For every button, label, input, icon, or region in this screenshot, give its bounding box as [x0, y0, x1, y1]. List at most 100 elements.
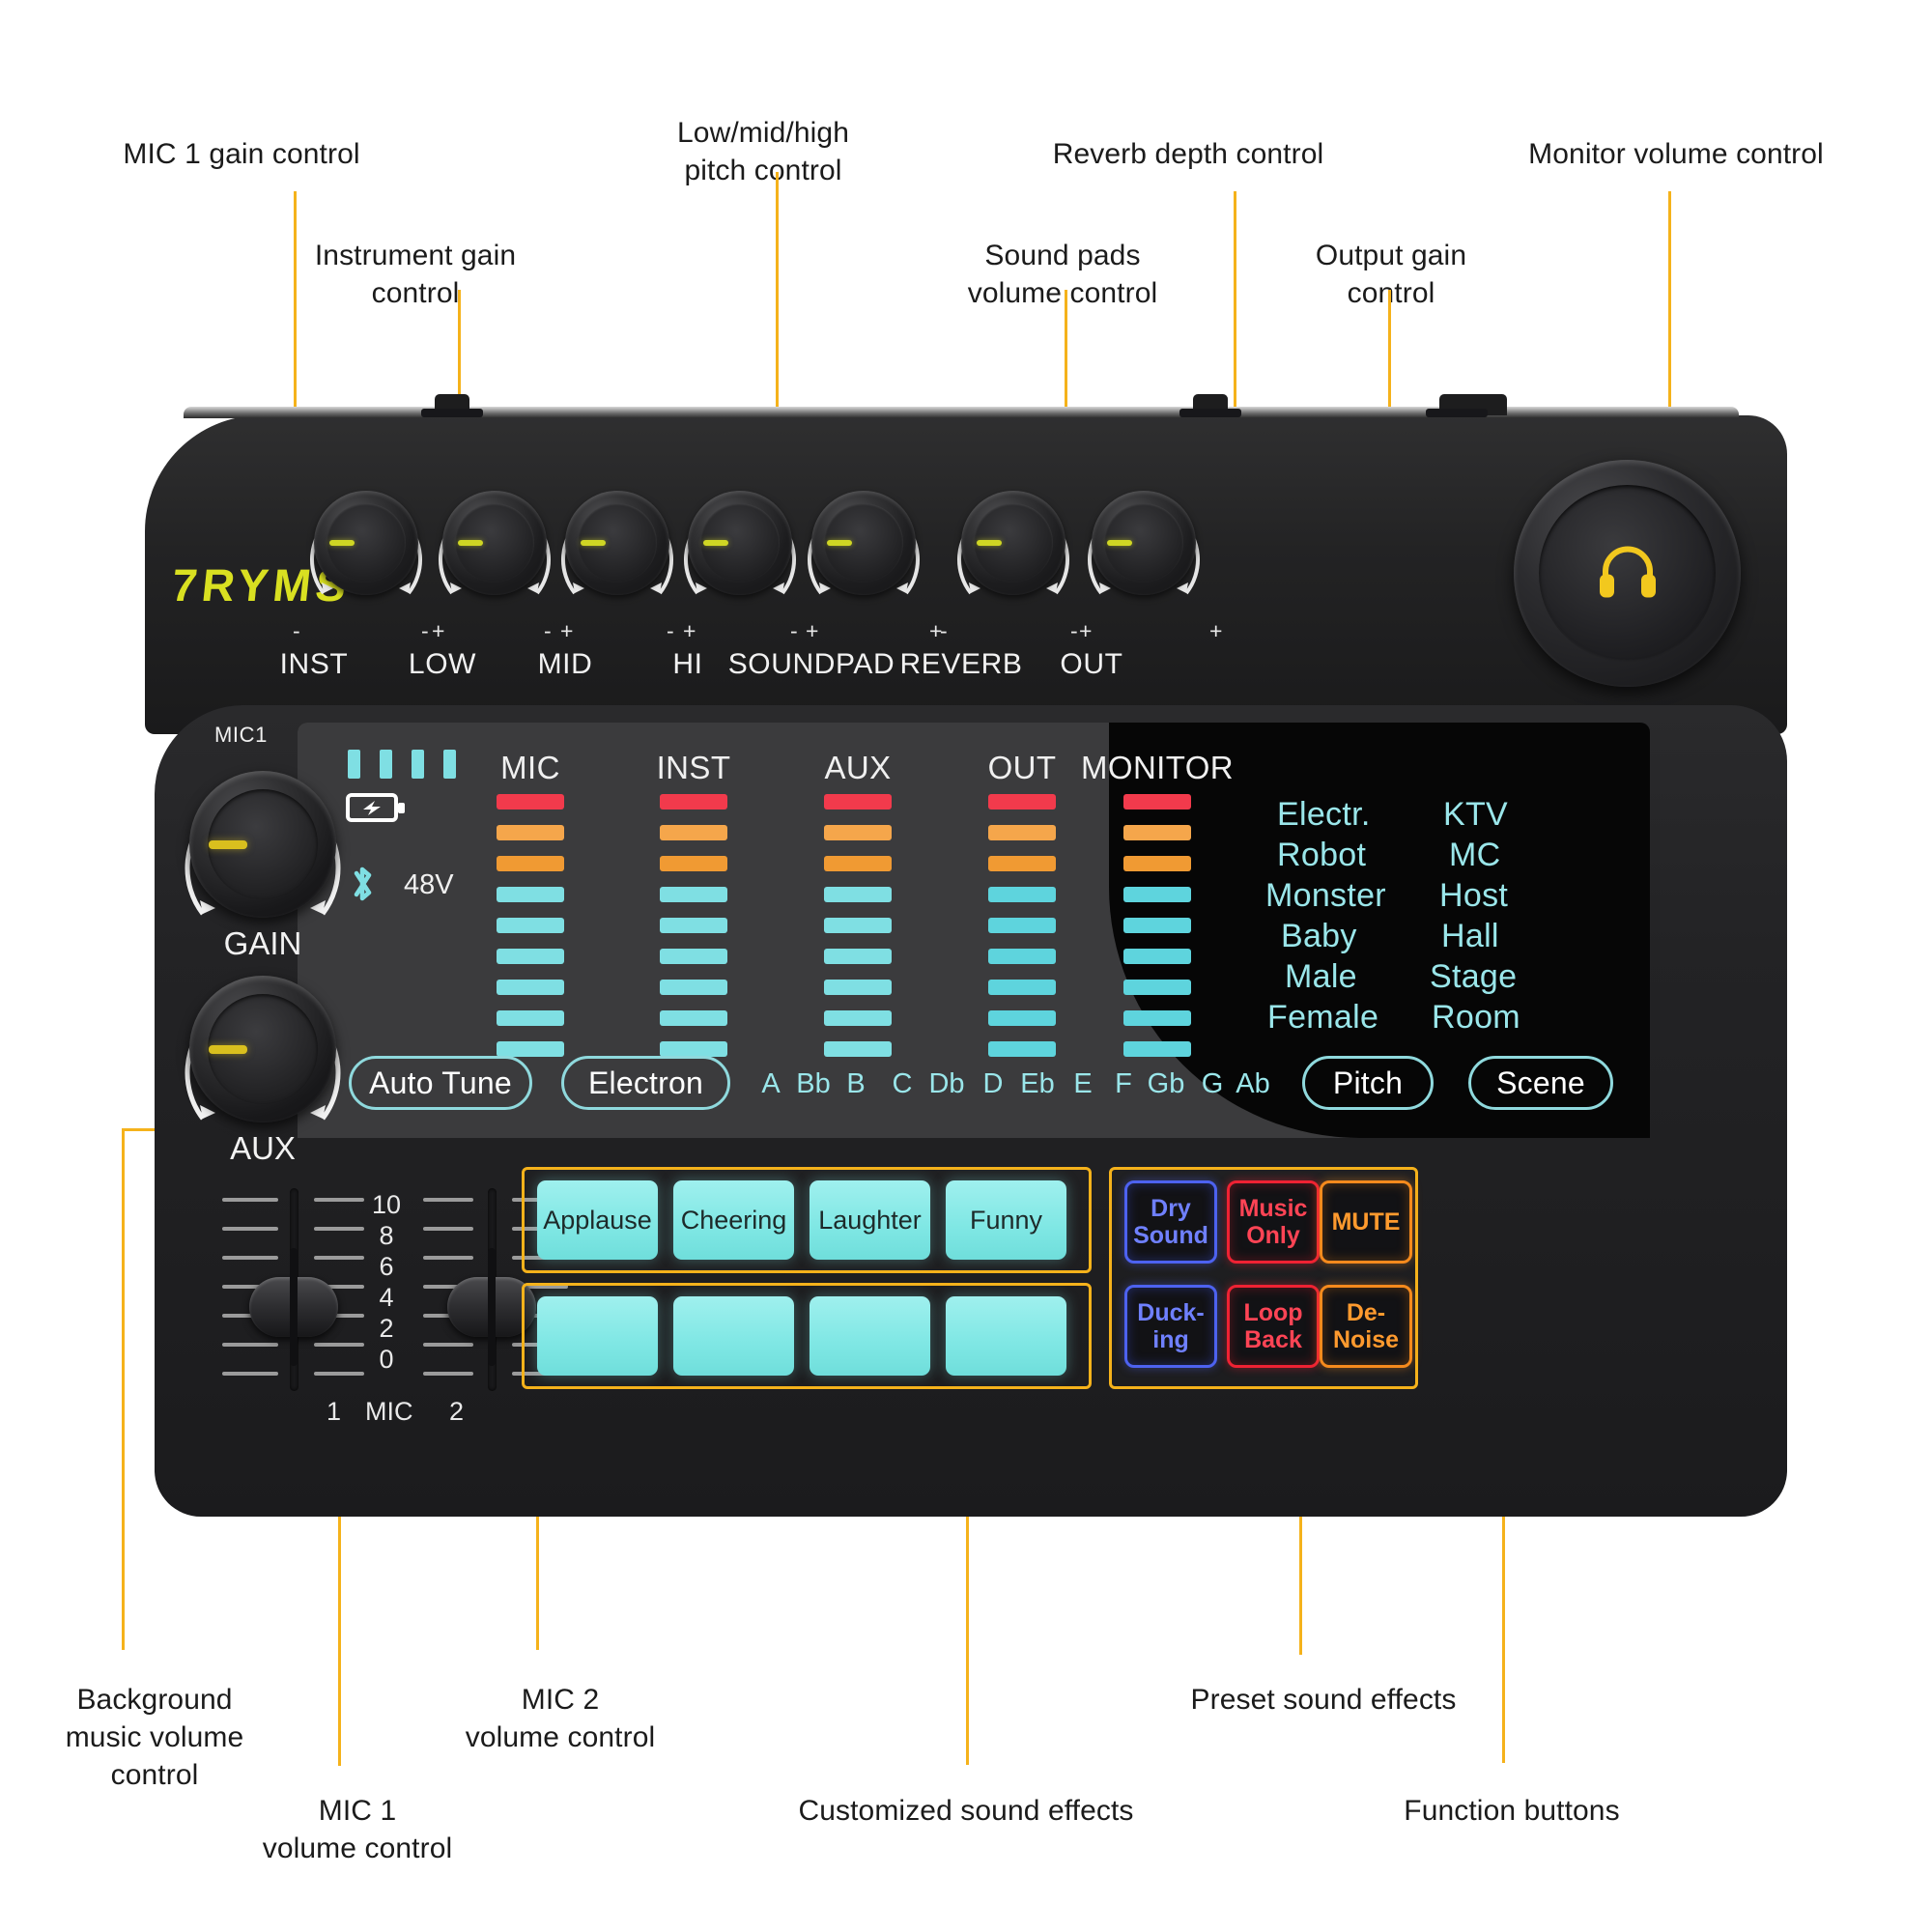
- pad-custom-2[interactable]: [673, 1296, 794, 1376]
- note-c[interactable]: C: [883, 1068, 922, 1100]
- phantom-power-label: 48V: [404, 869, 454, 900]
- aux-label: AUX: [230, 1130, 296, 1166]
- fader-label-1: 1: [327, 1397, 342, 1426]
- fader-scale-8: 8: [379, 1221, 394, 1250]
- preset-electr[interactable]: Electr.: [1277, 796, 1371, 834]
- knob-soundpad[interactable]: [811, 491, 916, 595]
- rear-port-nub-3: [1426, 394, 1507, 417]
- pad-laughter[interactable]: Laughter: [810, 1180, 930, 1260]
- note-bb[interactable]: Bb: [790, 1068, 837, 1100]
- note-b[interactable]: B: [837, 1068, 875, 1100]
- meter-out: OUT: [988, 750, 1056, 1072]
- meter-segment: [497, 918, 564, 933]
- preset-ktv[interactable]: KTV: [1443, 796, 1508, 834]
- fader-section: 10 8 6 4 2 0 1 MIC 2: [222, 1188, 570, 1430]
- rear-port-nub-1: [421, 394, 483, 417]
- callout-soundpad-volume: Sound pads volume control: [967, 240, 1158, 309]
- preset-host[interactable]: Host: [1439, 877, 1508, 915]
- preset-female[interactable]: Female: [1267, 999, 1378, 1037]
- meter-monitor: MONITOR: [1081, 750, 1234, 1072]
- meter-segment: [497, 949, 564, 964]
- pad-custom-1[interactable]: [537, 1296, 658, 1376]
- note-ab[interactable]: Ab: [1230, 1068, 1276, 1100]
- meter-segment: [824, 918, 892, 933]
- preset-mc[interactable]: MC: [1449, 837, 1500, 874]
- monitor-volume-dial[interactable]: [1514, 460, 1741, 687]
- mute-button[interactable]: MUTE: [1320, 1180, 1412, 1264]
- knob-reverb[interactable]: [961, 491, 1065, 595]
- knob-hi[interactable]: [688, 491, 792, 595]
- knob-minus-hi: -: [667, 618, 674, 643]
- callout-pitch: Low/mid/high pitch control: [677, 117, 849, 186]
- aux-knob[interactable]: [189, 976, 336, 1122]
- meter-segment: [660, 887, 727, 902]
- note-d[interactable]: D: [974, 1068, 1012, 1100]
- knob-low[interactable]: [442, 491, 547, 595]
- meter-segment: [824, 1010, 892, 1026]
- knob-plus-hi: +: [806, 618, 819, 643]
- pad-custom-4[interactable]: [946, 1296, 1066, 1376]
- note-eb[interactable]: Eb: [1014, 1068, 1061, 1100]
- music-only-button[interactable]: Music Only: [1227, 1180, 1320, 1264]
- leader-custom-fx: [966, 1492, 969, 1765]
- meter-segment: [497, 794, 564, 810]
- knob-plus-mid: +: [683, 618, 696, 643]
- fader-scale-4: 4: [379, 1283, 394, 1312]
- preset-room[interactable]: Room: [1432, 999, 1520, 1037]
- knob-indicator: [581, 540, 606, 546]
- knob-indicator: [827, 540, 852, 546]
- meter-segment: [824, 825, 892, 840]
- pad-cheering[interactable]: Cheering: [673, 1180, 794, 1260]
- meter-segment: [660, 918, 727, 933]
- knob-minus-inst: -: [293, 618, 300, 643]
- meter-segment: [497, 980, 564, 995]
- callout-custom-fx: Customized sound effects: [798, 1795, 1134, 1827]
- meter-segment: [1123, 887, 1191, 902]
- loop-back-button[interactable]: Loop Back: [1227, 1285, 1320, 1368]
- note-e[interactable]: E: [1064, 1068, 1102, 1100]
- meter-segment: [824, 949, 892, 964]
- preset-baby[interactable]: Baby: [1281, 918, 1357, 955]
- note-gb[interactable]: Gb: [1143, 1068, 1189, 1100]
- fader-mic1[interactable]: [249, 1248, 338, 1366]
- preset-stage[interactable]: Stage: [1430, 958, 1517, 996]
- meter-segment: [497, 856, 564, 871]
- device-lower-shell: 48V MIC INST AUX OUT MONITOR Electr. Rob…: [155, 705, 1787, 1517]
- knob-indicator: [329, 540, 355, 546]
- meter-segment: [660, 1010, 727, 1026]
- pad-custom-3[interactable]: [810, 1296, 930, 1376]
- fader-label-mic: MIC: [365, 1397, 413, 1426]
- meter-segment: [660, 980, 727, 995]
- callout-output-gain: Output gain control: [1315, 240, 1467, 309]
- note-db[interactable]: Db: [923, 1068, 970, 1100]
- knob-out[interactable]: [1092, 491, 1196, 595]
- preset-robot[interactable]: Robot: [1277, 837, 1366, 874]
- dry-sound-button[interactable]: Dry Sound: [1124, 1180, 1217, 1264]
- note-f[interactable]: F: [1104, 1068, 1143, 1100]
- preset-male[interactable]: Male: [1285, 958, 1357, 996]
- leader-function-buttons: [1502, 1492, 1505, 1763]
- preset-hall[interactable]: Hall: [1441, 918, 1499, 955]
- note-g[interactable]: G: [1193, 1068, 1232, 1100]
- preset-monster[interactable]: Monster: [1265, 877, 1386, 915]
- battery-bar: [412, 750, 424, 779]
- meter-segment: [988, 856, 1056, 871]
- meter-segment: [1123, 949, 1191, 964]
- meter-segment: [1123, 794, 1191, 810]
- electron-button[interactable]: Electron: [561, 1056, 730, 1110]
- knob-minus-mid: -: [544, 618, 552, 643]
- de-noise-button[interactable]: De- Noise: [1320, 1285, 1412, 1368]
- pad-applause[interactable]: Applause: [537, 1180, 658, 1260]
- note-a[interactable]: A: [752, 1068, 790, 1100]
- knob-inst[interactable]: [314, 491, 418, 595]
- knob-indicator: [1107, 540, 1132, 546]
- pitch-button[interactable]: Pitch: [1302, 1056, 1434, 1110]
- meter-label-out: OUT: [987, 750, 1057, 785]
- pad-funny[interactable]: Funny: [946, 1180, 1066, 1260]
- meter-segment: [1123, 856, 1191, 871]
- ducking-button[interactable]: Duck- ing: [1124, 1285, 1217, 1368]
- knob-mid[interactable]: [565, 491, 669, 595]
- gain-knob[interactable]: [189, 771, 336, 918]
- scene-button[interactable]: Scene: [1468, 1056, 1613, 1110]
- auto-tune-button[interactable]: Auto Tune: [349, 1056, 532, 1110]
